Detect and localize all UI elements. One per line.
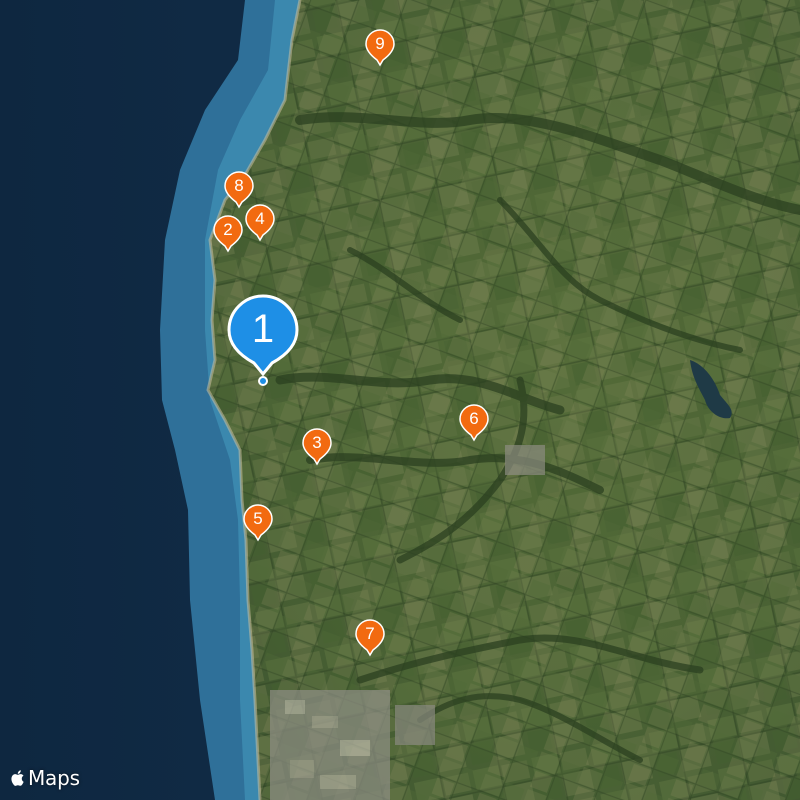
- marker-label: 7: [365, 624, 375, 643]
- selected-map-marker[interactable]: 1: [227, 294, 299, 382]
- map-marker[interactable]: 7: [355, 619, 385, 657]
- marker-label: 3: [312, 433, 322, 452]
- marker-label: 2: [223, 220, 233, 239]
- marker-label: 6: [469, 409, 479, 428]
- marker-label: 8: [234, 176, 244, 195]
- maps-attribution[interactable]: Maps: [10, 766, 80, 790]
- map-marker[interactable]: 3: [302, 428, 332, 466]
- map-canvas[interactable]: 9 8 2 4 3 6 5 7 1 Maps: [0, 0, 800, 800]
- location-dot-icon: [258, 376, 268, 386]
- marker-label: 1: [251, 307, 275, 351]
- map-marker[interactable]: 4: [245, 204, 275, 242]
- map-marker[interactable]: 2: [213, 215, 243, 253]
- map-marker[interactable]: 9: [365, 29, 395, 67]
- map-marker[interactable]: 6: [459, 404, 489, 442]
- marker-label: 4: [255, 209, 265, 228]
- marker-label: 5: [253, 509, 263, 528]
- map-marker[interactable]: 5: [243, 504, 273, 542]
- satellite-terrain: [0, 0, 800, 800]
- marker-label: 9: [375, 34, 385, 53]
- apple-logo-icon: [11, 770, 24, 786]
- maps-attribution-label: Maps: [28, 766, 80, 790]
- map-marker[interactable]: 8: [224, 171, 254, 209]
